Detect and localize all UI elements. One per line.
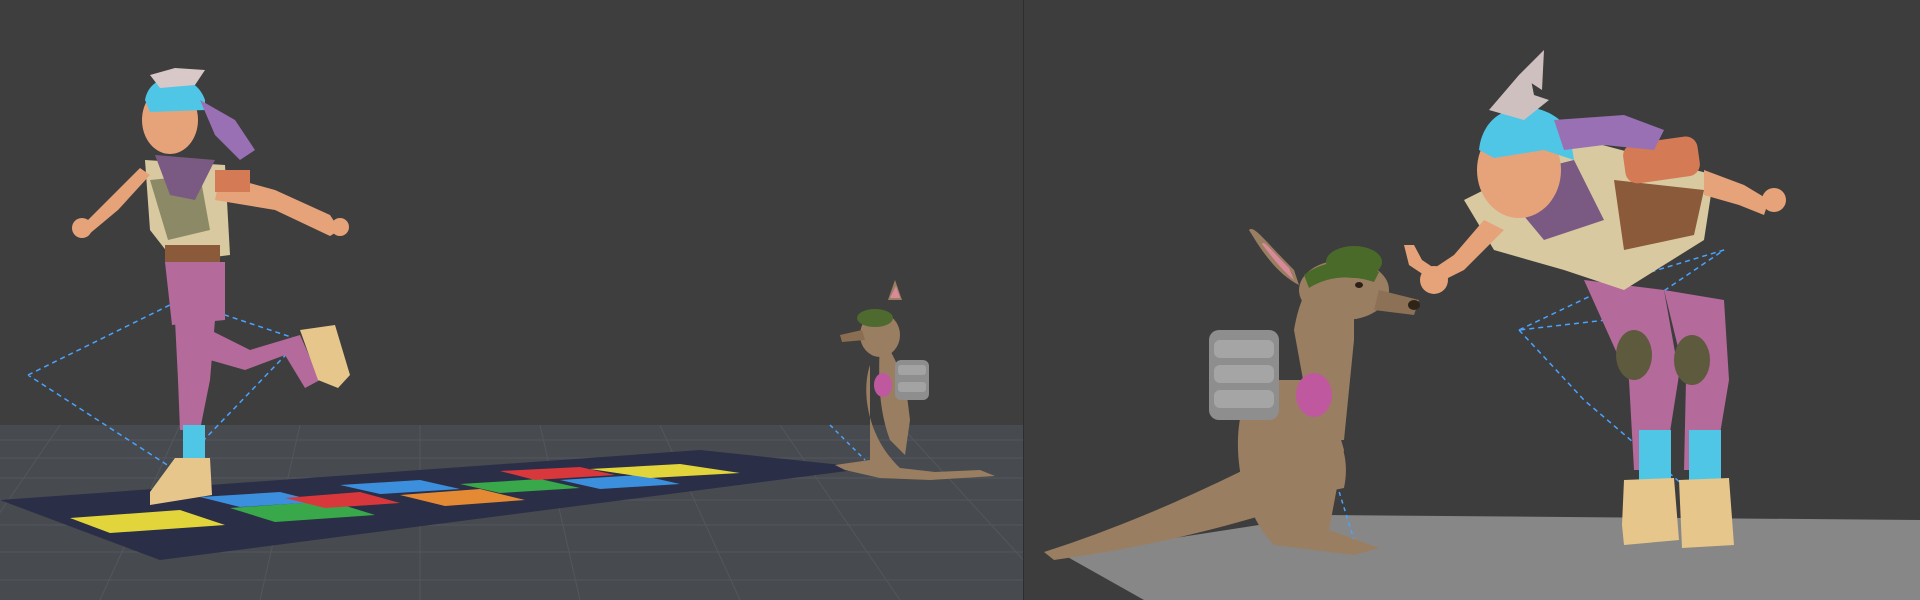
viewport-right[interactable] — [1024, 0, 1920, 600]
maya-viewport-canvas — [0, 0, 1920, 600]
scene-girl-kangaroo-close — [1044, 50, 1920, 600]
viewport-left[interactable] — [0, 0, 1024, 600]
kangaroo-character-large — [1044, 229, 1420, 560]
girl-character-bending — [1404, 50, 1786, 548]
scene-hopscotch — [0, 68, 1024, 600]
